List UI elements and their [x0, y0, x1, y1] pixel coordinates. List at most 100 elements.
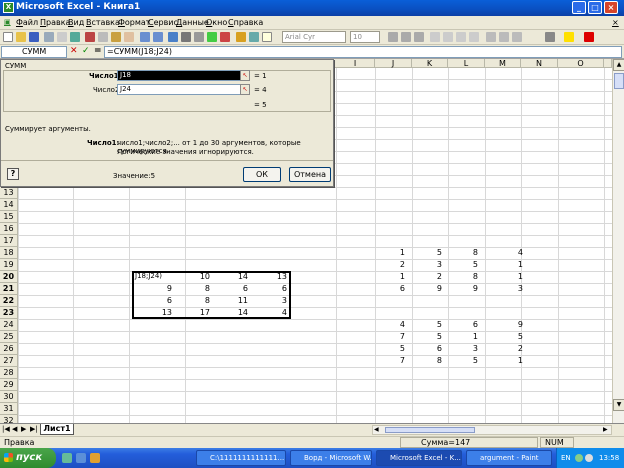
cell-value[interactable]: 2	[485, 344, 523, 354]
new-icon[interactable]	[3, 32, 13, 42]
merge-icon[interactable]	[469, 32, 479, 42]
row-header[interactable]: 17	[0, 235, 18, 247]
autosum-icon[interactable]	[181, 32, 191, 42]
task-explorer[interactable]: C:\1111111111111...	[196, 450, 286, 466]
horizontal-scrollbar[interactable]: ◀ ▶	[372, 425, 612, 435]
help-icon[interactable]: ?	[7, 168, 19, 180]
comma-icon[interactable]	[512, 32, 522, 42]
row-header[interactable]: 19	[0, 259, 18, 271]
font-combo[interactable]: Arial Cyr	[282, 31, 346, 43]
chart-wizard-icon[interactable]	[236, 32, 246, 42]
name-box[interactable]: СУММ	[1, 46, 67, 58]
cell-value[interactable]: 5	[485, 332, 523, 342]
tab-prev-icon[interactable]: ◀	[12, 425, 17, 433]
undo-icon[interactable]	[140, 32, 150, 42]
sort-desc-icon[interactable]	[220, 32, 230, 42]
column-header[interactable]: N	[521, 59, 558, 68]
cell-value[interactable]: 3	[412, 260, 442, 270]
task-paint[interactable]: argument - Paint	[466, 450, 552, 466]
align-center-icon[interactable]	[443, 32, 453, 42]
cell-value[interactable]: 6	[412, 344, 442, 354]
size-combo[interactable]: 10	[350, 31, 380, 43]
underline-icon[interactable]	[414, 32, 424, 42]
row-header[interactable]: 23	[0, 307, 18, 319]
enter-check-icon[interactable]: ✓	[82, 46, 90, 56]
row-header[interactable]: 20	[0, 271, 18, 283]
menu-data[interactable]: Данные	[176, 18, 209, 27]
currency-icon[interactable]	[486, 32, 496, 42]
menu-format[interactable]: Формат	[118, 18, 150, 27]
fill-color-icon[interactable]	[564, 32, 574, 42]
redo-icon[interactable]	[153, 32, 163, 42]
cell-value[interactable]: 8	[448, 248, 478, 258]
cell-value[interactable]: 2	[375, 260, 405, 270]
row-header[interactable]: 25	[0, 331, 18, 343]
formula-input[interactable]: =СУММ(J18;J24)	[104, 46, 622, 58]
cell-value[interactable]: 5	[412, 320, 442, 330]
maximize-icon[interactable]: □	[588, 1, 602, 14]
row-header[interactable]: 15	[0, 211, 18, 223]
sort-asc-icon[interactable]	[207, 32, 217, 42]
cell-value[interactable]: 7	[375, 332, 405, 342]
row-header[interactable]: 27	[0, 355, 18, 367]
print-icon[interactable]	[44, 32, 54, 42]
sheet-tab[interactable]: Лист1	[40, 424, 74, 435]
cell-value[interactable]: 5	[448, 356, 478, 366]
menu-help[interactable]: Справка	[228, 18, 263, 27]
preview-icon[interactable]	[57, 32, 67, 42]
quicklaunch-icon[interactable]	[76, 453, 86, 463]
cell-value[interactable]: 5	[412, 248, 442, 258]
cell-value[interactable]: 9	[412, 284, 442, 294]
column-header[interactable]: K	[412, 59, 448, 68]
tray-icon[interactable]	[585, 454, 593, 462]
font-color-icon[interactable]	[584, 32, 594, 42]
cell-value[interactable]: 1	[448, 332, 478, 342]
tray-icon[interactable]	[575, 454, 583, 462]
cell-value[interactable]: 3	[485, 284, 523, 294]
cell-value[interactable]: 8	[448, 272, 478, 282]
row-header[interactable]: 28	[0, 367, 18, 379]
cell-value[interactable]: 1	[375, 248, 405, 258]
drawing-icon[interactable]	[249, 32, 259, 42]
start-button[interactable]: пуск	[0, 448, 56, 468]
align-right-icon[interactable]	[456, 32, 466, 42]
copy-icon[interactable]	[98, 32, 108, 42]
row-header[interactable]: 29	[0, 379, 18, 391]
open-icon[interactable]	[16, 32, 26, 42]
row-header[interactable]: 24	[0, 319, 18, 331]
column-header[interactable]: L	[448, 59, 485, 68]
row-header[interactable]: 31	[0, 403, 18, 415]
column-header[interactable]: I	[336, 59, 375, 68]
scroll-up-icon[interactable]: ▲	[613, 59, 624, 71]
cell-value[interactable]: 6	[375, 284, 405, 294]
row-header[interactable]: 16	[0, 223, 18, 235]
tab-last-icon[interactable]: ▶|	[30, 425, 38, 433]
task-word[interactable]: Ворд - Microsoft W...	[290, 450, 372, 466]
cancel-button[interactable]: Отмена	[289, 167, 331, 182]
arg1-field[interactable]: J18	[117, 70, 249, 81]
function-arguments-dialog[interactable]: СУММ Число1 J18 ↖ = 1 Число2 J24 ↖ = 4 =…	[0, 59, 334, 187]
paste-icon[interactable]	[111, 32, 121, 42]
cell-value[interactable]: 1	[485, 356, 523, 366]
menu-window[interactable]: Окно	[206, 18, 227, 27]
menu-file[interactable]: Файл	[16, 18, 38, 27]
minimize-icon[interactable]: _	[572, 1, 586, 14]
help-icon[interactable]	[262, 32, 272, 42]
cell-value[interactable]: 9	[485, 320, 523, 330]
borders-icon[interactable]	[545, 32, 555, 42]
cell-value[interactable]: 3	[448, 344, 478, 354]
equals-icon[interactable]: =	[94, 46, 102, 56]
row-header[interactable]: 26	[0, 343, 18, 355]
column-header[interactable]: O	[558, 59, 604, 68]
format-painter-icon[interactable]	[124, 32, 134, 42]
cell-value[interactable]: 4	[375, 320, 405, 330]
cut-icon[interactable]	[85, 32, 95, 42]
close-icon[interactable]: ×	[604, 1, 618, 14]
align-left-icon[interactable]	[430, 32, 440, 42]
scroll-right-icon[interactable]: ▶	[603, 426, 608, 433]
scroll-down-icon[interactable]: ▼	[613, 399, 624, 411]
menu-insert[interactable]: Вставка	[86, 18, 120, 27]
percent-icon[interactable]	[499, 32, 509, 42]
cell-value[interactable]: 4	[485, 248, 523, 258]
bold-icon[interactable]	[388, 32, 398, 42]
